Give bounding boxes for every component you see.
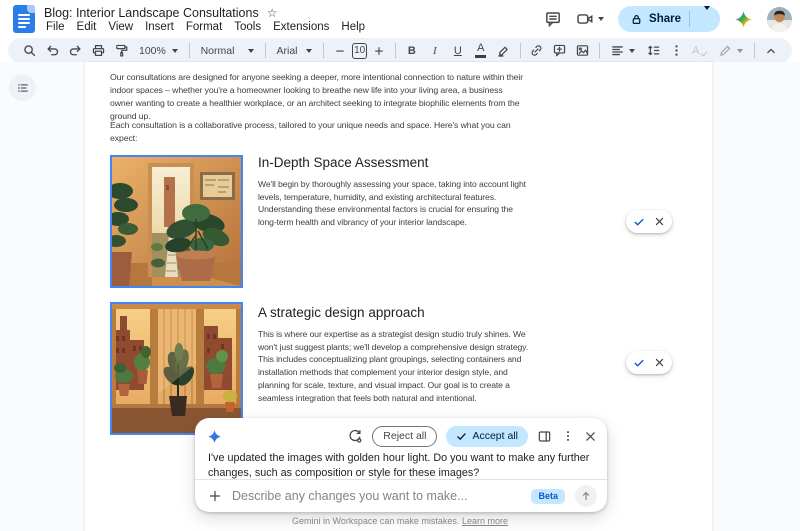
paragraph-intro[interactable]: Our consultations are designed for anyon… <box>110 71 526 123</box>
zoom-select[interactable]: 100% <box>133 40 184 61</box>
highlight-color-icon[interactable] <box>493 40 515 61</box>
gemini-spark-icon[interactable] <box>734 10 753 29</box>
section-heading-design-approach[interactable]: A strategic design approach <box>258 305 425 320</box>
undo-icon[interactable] <box>41 40 63 61</box>
more-options-icon[interactable] <box>665 40 687 61</box>
font-size-increase-icon[interactable] <box>368 40 390 61</box>
paint-format-icon[interactable] <box>110 40 132 61</box>
menu-extensions[interactable]: Extensions <box>267 20 335 36</box>
section-image-design-approach[interactable] <box>110 302 243 435</box>
format-suggestions-icon[interactable]: A <box>689 40 711 61</box>
italic-button[interactable]: I <box>424 40 446 61</box>
beta-badge: Beta <box>531 489 565 504</box>
meet-caret-icon[interactable] <box>598 17 604 21</box>
menu-edit[interactable]: Edit <box>71 20 103 36</box>
star-icon[interactable]: ☆ <box>267 7 278 19</box>
align-select[interactable] <box>604 40 641 61</box>
gemini-panel: Reject all Accept all <box>195 418 607 512</box>
reject-suggestion-icon[interactable] <box>654 216 665 227</box>
menu-help[interactable]: Help <box>335 20 371 36</box>
share-label: Share <box>649 13 681 25</box>
toolbar: 100% Normal Arial 10 B I U A <box>8 38 792 63</box>
search-menus-icon[interactable] <box>18 40 40 61</box>
insert-comment-icon[interactable] <box>549 40 571 61</box>
regenerate-icon[interactable] <box>347 428 363 444</box>
show-outline-button[interactable] <box>9 74 36 101</box>
send-prompt-button[interactable] <box>575 485 597 507</box>
menu-view[interactable]: View <box>102 20 139 36</box>
reject-all-button[interactable]: Reject all <box>372 426 437 447</box>
font-select[interactable]: Arial <box>271 40 319 61</box>
insert-image-icon[interactable] <box>572 40 594 61</box>
redo-icon[interactable] <box>64 40 86 61</box>
gemini-disclaimer: Gemini in Workspace can make mistakes. L… <box>0 516 800 526</box>
underline-button[interactable]: U <box>447 40 469 61</box>
font-size-input[interactable]: 10 <box>352 43 367 59</box>
share-caret-icon[interactable] <box>698 10 716 28</box>
print-icon[interactable] <box>87 40 109 61</box>
learn-more-link[interactable]: Learn more <box>462 516 508 526</box>
golden-hour-interior-doorway-image <box>112 157 241 286</box>
text-color-button[interactable]: A <box>470 40 492 61</box>
hide-menus-icon[interactable] <box>760 40 782 61</box>
docs-logo-icon[interactable] <box>13 5 35 33</box>
accept-all-button[interactable]: Accept all <box>446 426 528 447</box>
check-icon <box>456 431 467 442</box>
line-spacing-icon[interactable] <box>642 40 664 61</box>
gemini-input-row: Beta <box>195 479 607 512</box>
meet-call-button[interactable] <box>576 10 604 28</box>
section-image-space-assessment[interactable] <box>110 155 243 288</box>
header-actions: Share <box>544 6 792 32</box>
open-side-panel-icon[interactable] <box>537 429 552 444</box>
gemini-panel-header: Reject all Accept all <box>207 425 597 447</box>
accept-suggestion-icon[interactable] <box>633 357 645 369</box>
gemini-message: I've updated the images with golden hour… <box>208 451 594 481</box>
user-avatar[interactable] <box>767 7 792 32</box>
document-title[interactable]: Blog: Interior Landscape Consultations <box>44 6 259 20</box>
section-body-space-assessment[interactable]: We'll begin by thoroughly assessing your… <box>258 178 530 229</box>
arrow-up-icon <box>580 490 592 502</box>
titlebar: Blog: Interior Landscape Consultations ☆… <box>0 0 800 38</box>
suggestion-pill-1 <box>626 210 672 233</box>
accept-suggestion-icon[interactable] <box>633 216 645 228</box>
suggestion-pill-2 <box>626 351 672 374</box>
styles-select[interactable]: Normal <box>195 40 260 61</box>
menubar: File Edit View Insert Format Tools Exten… <box>40 20 371 36</box>
share-button[interactable]: Share <box>618 6 720 32</box>
disclaimer-text: Gemini in Workspace can make mistakes. <box>292 516 459 526</box>
gemini-prompt-input[interactable] <box>232 489 521 503</box>
panel-more-options-icon[interactable] <box>561 429 575 443</box>
gemini-spark-icon <box>207 429 222 444</box>
section-body-design-approach[interactable]: This is where our expertise as a strateg… <box>258 328 530 404</box>
comment-history-icon[interactable] <box>544 10 562 28</box>
reject-suggestion-icon[interactable] <box>654 357 665 368</box>
menu-insert[interactable]: Insert <box>139 20 180 36</box>
menu-file[interactable]: File <box>40 20 71 36</box>
close-panel-icon[interactable] <box>584 430 597 443</box>
editing-mode-select[interactable] <box>712 40 749 61</box>
add-attachment-icon[interactable] <box>208 489 222 503</box>
paragraph-expect[interactable]: Each consultation is a collaborative pro… <box>110 119 526 145</box>
title-row: Blog: Interior Landscape Consultations ☆ <box>44 5 277 21</box>
insert-link-icon[interactable] <box>526 40 548 61</box>
font-size-decrease-icon[interactable] <box>329 40 351 61</box>
bold-button[interactable]: B <box>401 40 423 61</box>
menu-tools[interactable]: Tools <box>228 20 267 36</box>
golden-hour-window-plants-image <box>112 304 241 433</box>
section-heading-space-assessment[interactable]: In-Depth Space Assessment <box>258 155 428 170</box>
google-docs-app: Blog: Interior Landscape Consultations ☆… <box>0 0 800 531</box>
menu-format[interactable]: Format <box>180 20 228 36</box>
lock-icon <box>630 13 643 26</box>
